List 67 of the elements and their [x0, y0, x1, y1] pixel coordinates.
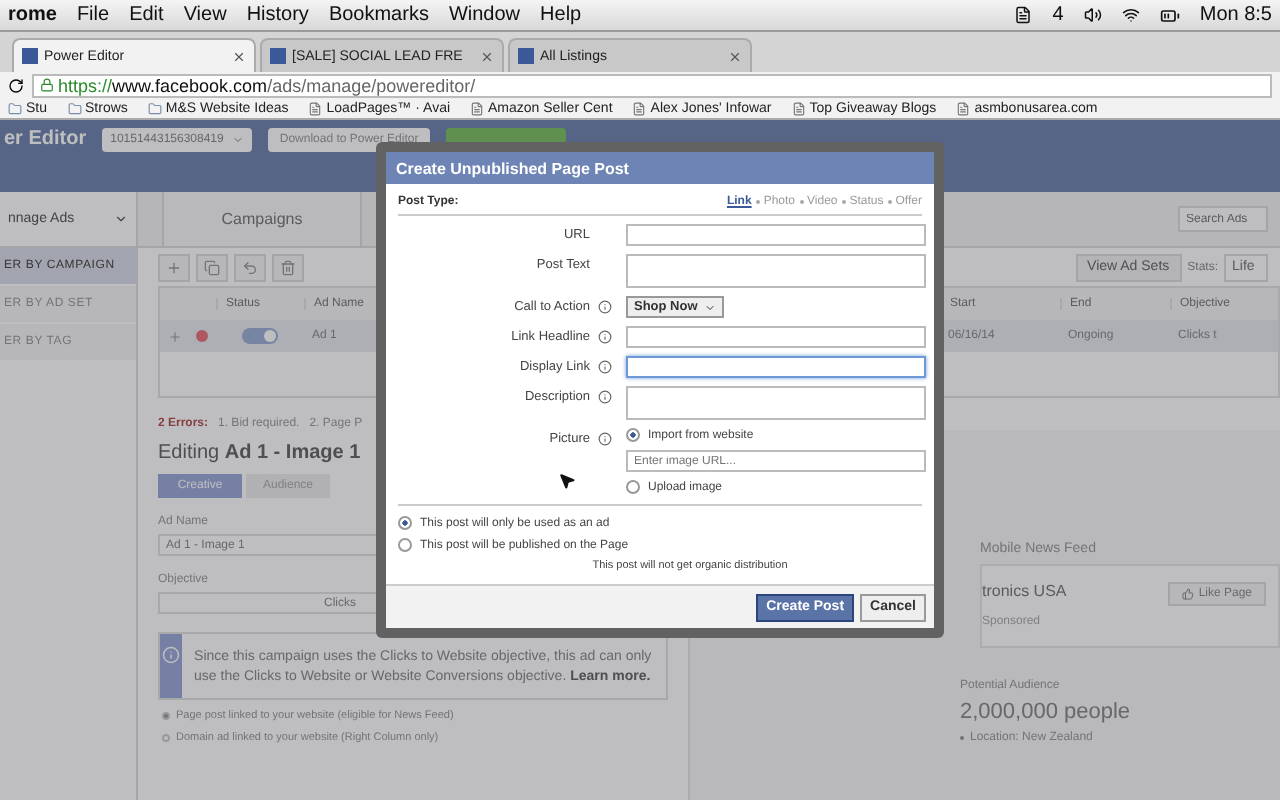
undo-button[interactable] [234, 253, 266, 281]
wifi-icon[interactable] [1121, 6, 1140, 24]
folder-icon [147, 101, 162, 115]
favicon-icon [270, 48, 286, 64]
page-name: tronics USA [982, 582, 1067, 600]
folder-icon [67, 101, 82, 115]
close-icon[interactable] [480, 49, 494, 63]
app-menu[interactable]: rome [8, 4, 57, 26]
separator-dot [799, 199, 803, 203]
reload-icon[interactable] [8, 77, 24, 93]
menu-item[interactable]: Help [540, 4, 582, 26]
menu-item[interactable]: Edit [129, 4, 164, 26]
delete-button[interactable] [272, 253, 304, 281]
mouse-pointer-icon [558, 472, 576, 490]
info-icon [598, 300, 612, 314]
folder-icon [8, 101, 22, 115]
document-icon [1014, 6, 1033, 24]
address-bar[interactable]: https://www.facebook.com/ads/manage/powereditor/ [32, 73, 1272, 97]
battery-icon[interactable] [1159, 5, 1180, 25]
favicon-icon [518, 48, 534, 64]
page-icon [632, 101, 647, 115]
editor-title: Editing Ad 1 - Image 1 [158, 442, 361, 464]
dialog-title: Create Unpublished Page Post [386, 152, 934, 184]
menu-item[interactable]: File [76, 4, 110, 26]
info-icon [162, 646, 181, 664]
text-field[interactable] [626, 224, 926, 246]
trash-icon [280, 259, 296, 275]
campaigns-tab[interactable]: Campaigns [162, 192, 362, 246]
audience-size: 2,000,000 people [960, 700, 1131, 724]
close-icon[interactable] [728, 49, 742, 63]
page-icon [470, 101, 485, 115]
volume-icon[interactable] [1083, 6, 1102, 24]
info-icon [598, 390, 612, 404]
menu-item[interactable]: View [183, 4, 227, 26]
menu-item[interactable]: History [246, 4, 309, 26]
lock-icon [40, 78, 54, 92]
undo-icon [242, 259, 258, 275]
close-icon[interactable] [232, 49, 246, 63]
chevron-icon [231, 134, 244, 146]
chevron-icon [114, 212, 128, 226]
page-icon [308, 101, 323, 115]
info-icon [598, 432, 612, 446]
add-button[interactable] [158, 253, 190, 281]
text-field[interactable] [626, 356, 926, 378]
thumbs-up-icon [1182, 588, 1195, 600]
info-icon [598, 330, 612, 344]
menu-item[interactable]: Bookmarks [328, 4, 429, 26]
favicon-icon [22, 48, 38, 64]
duplicate-button[interactable] [196, 253, 228, 281]
status-item[interactable]: 4 [1052, 4, 1064, 26]
text-area[interactable] [626, 254, 926, 288]
text-field[interactable] [626, 326, 926, 348]
info-icon [598, 360, 612, 374]
menu-item[interactable]: Window [448, 4, 521, 26]
app-title: er Editor [4, 128, 87, 150]
text-area[interactable] [626, 386, 926, 420]
page-icon [791, 101, 806, 115]
expand-icon[interactable] [167, 329, 181, 343]
status-toggle[interactable] [242, 328, 278, 344]
plus-icon [166, 259, 182, 275]
clock-text: Mon 8:5 [1199, 4, 1272, 26]
separator-dot [841, 199, 846, 203]
page-icon [956, 101, 971, 115]
separator-dot [755, 199, 760, 203]
separator-dot [887, 199, 892, 203]
chevron-icon [703, 301, 716, 313]
copy-icon [204, 259, 220, 275]
